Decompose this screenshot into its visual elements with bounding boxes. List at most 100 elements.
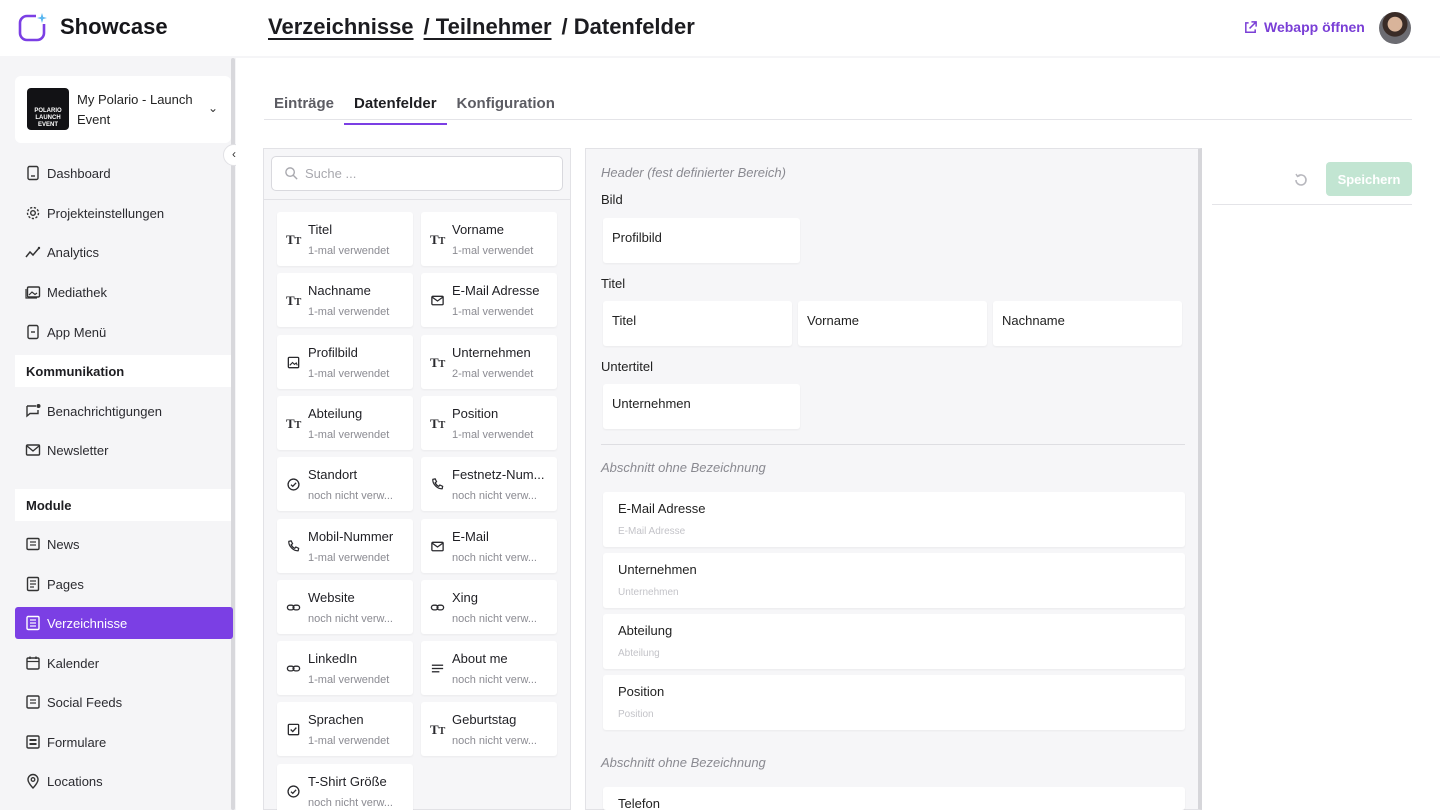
sidebar-item-locations[interactable]: Locations — [15, 765, 233, 797]
sidebar-item-pages[interactable]: Pages — [15, 568, 233, 600]
field-card[interactable]: LinkedIn 1-mal verwendet — [277, 641, 413, 696]
project-selector[interactable]: POLARIO LAUNCH EVENT My Polario - Launch… — [15, 76, 231, 143]
tab-konfiguration[interactable]: Konfiguration — [447, 92, 565, 125]
field-card[interactable]: TT Geburtstag noch nicht verw... — [421, 702, 557, 757]
field-card[interactable]: TT Position 1-mal verwendet — [421, 395, 557, 450]
titel-slot-1[interactable]: Titel — [603, 301, 792, 346]
field-usage: noch nicht verw... — [452, 490, 537, 503]
sidebar-item-formulare[interactable]: Formulare — [15, 726, 233, 758]
untertitel-label: Untertitel — [601, 359, 654, 374]
news-icon — [26, 537, 40, 551]
text-icon: TT — [286, 232, 302, 247]
bild-slot[interactable]: Profilbild — [603, 218, 800, 263]
field-card[interactable]: TT Vorname 1-mal verwendet — [421, 212, 557, 266]
field-card[interactable]: Website noch nicht verw... — [277, 579, 413, 634]
field-card[interactable]: TT Titel 1-mal verwendet — [277, 212, 413, 266]
tab-datenfelder[interactable]: Datenfelder — [344, 92, 447, 125]
field-search[interactable] — [271, 156, 563, 191]
row-title: Position — [618, 684, 665, 699]
media-icon — [25, 286, 41, 299]
field-card[interactable]: T-Shirt Größe noch nicht verw... — [277, 763, 413, 810]
sidebar-item-app-menu[interactable]: App Menü — [15, 316, 233, 348]
titel-slot-3[interactable]: Nachname — [993, 301, 1182, 346]
section-1-title: Abschnitt ohne Bezeichnung — [601, 460, 766, 475]
field-card[interactable]: Profilbild 1-mal verwendet — [277, 334, 413, 389]
sidebar-item-analytics[interactable]: Analytics — [15, 236, 233, 268]
field-card[interactable]: TT Abteilung 1-mal verwendet — [277, 395, 413, 450]
sidebar-item-mediathek[interactable]: Mediathek — [15, 276, 233, 308]
showcase-logo-icon[interactable] — [14, 10, 50, 46]
field-name: Sprachen — [308, 712, 364, 728]
sidebar-item-dashboard[interactable]: Dashboard — [15, 157, 233, 189]
sidebar-item-label: Locations — [47, 773, 103, 789]
text-icon: TT — [430, 232, 446, 247]
section-divider — [601, 444, 1185, 445]
field-usage: noch nicht verw... — [308, 612, 393, 625]
search-input[interactable] — [305, 166, 545, 181]
mail-icon — [430, 293, 445, 308]
field-usage: 1-mal verwendet — [308, 674, 390, 687]
sidebar-item-projekteinstellungen[interactable]: Projekteinstellungen — [15, 197, 233, 229]
field-card[interactable]: Standort noch nicht verw... — [277, 457, 413, 512]
sidebar-item-label: Mediathek — [47, 284, 107, 300]
tab-eintraege[interactable]: Einträge — [264, 92, 344, 125]
field-name: Mobil-Nummer — [308, 528, 394, 544]
field-card[interactable]: Sprachen 1-mal verwendet — [277, 702, 413, 757]
field-card[interactable]: E-Mail noch nicht verw... — [421, 518, 557, 573]
open-webapp-link[interactable]: Webapp öffnen — [1243, 19, 1365, 35]
sidebar-section-kommunikation[interactable]: Kommunikation — [15, 355, 231, 387]
sidebar-section-module[interactable]: Module — [15, 489, 231, 521]
menu-icon — [27, 324, 39, 340]
section-1-row[interactable]: E-Mail Adresse E-Mail Adresse — [603, 492, 1185, 547]
sidebar-item-label: Analytics — [47, 244, 100, 260]
text-icon: TT — [430, 722, 446, 738]
field-usage: noch nicht verw... — [452, 612, 537, 625]
sidebar-item-news[interactable]: News — [15, 528, 233, 560]
section-1-row[interactable]: Position Position — [603, 675, 1185, 730]
sidebar-item-label: Pages — [47, 576, 84, 592]
field-card[interactable]: Festnetz-Num... noch nicht verw... — [421, 457, 557, 512]
sidebar-item-benachrichtigungen[interactable]: Benachrichtigungen — [15, 395, 233, 427]
row-placeholder: Position — [618, 709, 654, 720]
field-card[interactable]: TT Unternehmen 2-mal verwendet — [421, 334, 557, 389]
field-card[interactable]: About me noch nicht verw... — [421, 641, 557, 696]
project-name: My Polario - Launch Event — [77, 92, 193, 127]
section-1-row[interactable]: Unternehmen Unternehmen — [603, 553, 1185, 608]
sidebar-item-label: Formulare — [47, 734, 107, 750]
breadcrumb-teilnehmer[interactable]: / Teilnehmer — [424, 14, 552, 40]
field-card[interactable]: TT Nachname 1-mal verwendet — [277, 273, 413, 328]
field-card[interactable]: E-Mail Adresse 1-mal verwendet — [421, 273, 557, 328]
breadcrumb-verzeichnisse[interactable]: Verzeichnisse — [268, 14, 414, 40]
analytics-icon — [25, 246, 41, 258]
untertitel-slot[interactable]: Unternehmen — [603, 384, 800, 429]
field-name: Festnetz-Num... — [452, 467, 545, 483]
reset-icon[interactable] — [1292, 171, 1310, 189]
field-usage: noch nicht verw... — [308, 490, 393, 503]
save-button[interactable]: Speichern — [1326, 162, 1412, 196]
field-name: Website — [308, 589, 355, 605]
field-name: Position — [452, 405, 499, 421]
text-icon: TT — [286, 415, 302, 431]
sidebar-item-newsletter[interactable]: Newsletter — [15, 434, 233, 466]
link-icon — [430, 600, 445, 615]
section-2-row[interactable]: Telefon — [603, 787, 1185, 810]
sidebar-item-verzeichnisse[interactable]: Verzeichnisse — [15, 607, 233, 639]
field-usage: noch nicht verw... — [452, 735, 537, 748]
sidebar-item-kalender[interactable]: Kalender — [15, 647, 233, 679]
sidebar-item-label: Verzeichnisse — [47, 615, 128, 631]
lines-icon — [430, 661, 445, 676]
field-name: Unternehmen — [452, 344, 531, 360]
link-icon — [286, 661, 301, 676]
user-avatar[interactable] — [1379, 12, 1411, 44]
field-card[interactable]: Xing noch nicht verw... — [421, 579, 557, 634]
field-usage: 1-mal verwendet — [452, 306, 534, 319]
field-usage: 2-mal verwendet — [452, 367, 534, 380]
field-card[interactable]: Mobil-Nummer 1-mal verwendet — [277, 518, 413, 573]
section-1-row[interactable]: Abteilung Abteilung — [603, 614, 1185, 669]
search-icon — [285, 167, 298, 180]
pages-icon — [26, 576, 40, 592]
sidebar-item-social-feeds[interactable]: Social Feeds — [15, 686, 233, 718]
titel-slot-2[interactable]: Vorname — [798, 301, 987, 346]
external-link-icon — [1245, 20, 1257, 33]
field-name: Titel — [308, 222, 333, 237]
